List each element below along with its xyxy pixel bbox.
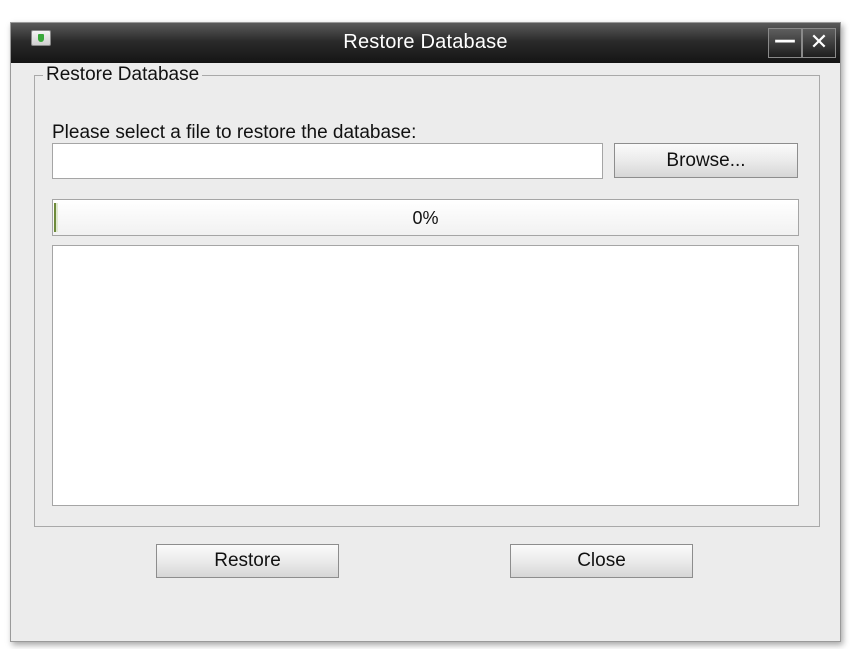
close-button[interactable]: Close: [510, 544, 693, 578]
file-path-input[interactable]: [52, 143, 603, 179]
title-bar[interactable]: Restore Database — ✕: [11, 23, 840, 63]
window-title: Restore Database: [343, 31, 508, 53]
restore-log-area[interactable]: [52, 245, 799, 506]
select-file-prompt: Please select a file to restore the data…: [52, 122, 417, 143]
restore-progress-bar: 0%: [52, 199, 799, 236]
group-legend: Restore Database: [43, 64, 203, 86]
close-icon: ✕: [809, 30, 829, 55]
progress-label: 0%: [412, 208, 439, 228]
minimize-button[interactable]: —: [768, 28, 802, 58]
close-window-button[interactable]: ✕: [802, 28, 836, 58]
browse-button[interactable]: Browse...: [614, 143, 798, 178]
restore-button[interactable]: Restore: [156, 544, 339, 578]
minimize-icon: —: [774, 28, 796, 53]
